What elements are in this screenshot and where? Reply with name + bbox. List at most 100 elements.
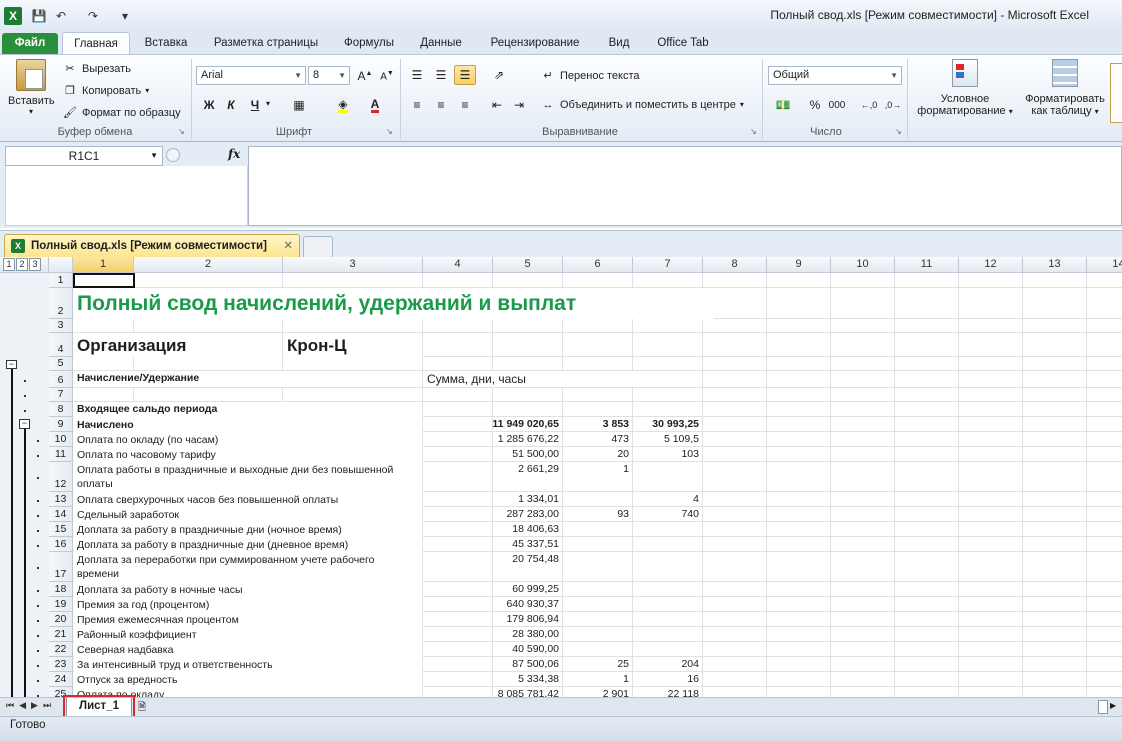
grid-cell[interactable] — [703, 447, 767, 462]
grid-cell[interactable] — [563, 388, 633, 402]
column-header[interactable]: 9 — [767, 257, 831, 273]
format-painter-button[interactable]: 🖌 Формат по образцу — [62, 103, 181, 123]
number-format-combo[interactable]: Общий ▼ — [768, 66, 902, 85]
grid-cell[interactable] — [959, 273, 1023, 288]
row-header[interactable]: 24 — [49, 672, 73, 687]
align-left-button[interactable]: ≡ — [406, 95, 428, 115]
grid-cell[interactable] — [703, 371, 767, 388]
grid-cell[interactable] — [423, 333, 493, 357]
wrap-text-button[interactable]: ↵ Перенос текста — [540, 66, 639, 86]
align-center-button[interactable]: ≡ — [430, 95, 452, 115]
tab-insert[interactable]: Вставка — [136, 32, 196, 54]
grid-cell[interactable] — [1087, 522, 1122, 537]
grid-cell[interactable] — [895, 432, 959, 447]
percent-button[interactable]: % — [804, 95, 826, 115]
grid-cell[interactable] — [959, 357, 1023, 371]
tab-office-tab[interactable]: Office Tab — [646, 32, 720, 54]
grid-cell[interactable] — [895, 319, 959, 333]
grid-cell[interactable] — [493, 402, 563, 417]
grid-cell[interactable] — [1087, 462, 1122, 492]
grid-cell[interactable] — [767, 672, 831, 687]
cut-button[interactable]: ✂ Вырезать — [62, 59, 131, 79]
grid-cell[interactable] — [959, 612, 1023, 627]
paste-dropdown-icon[interactable]: ▾ — [8, 107, 54, 116]
grid-cell[interactable] — [895, 687, 959, 697]
grid-cell[interactable] — [831, 627, 895, 642]
grid-cell[interactable] — [703, 597, 767, 612]
grid-cell[interactable] — [1023, 582, 1087, 597]
grid-cell[interactable] — [767, 319, 831, 333]
grid-cell[interactable] — [1087, 288, 1122, 319]
grid-cell[interactable] — [895, 288, 959, 319]
new-tab-button[interactable] — [303, 236, 333, 257]
grid-cell[interactable] — [703, 333, 767, 357]
grid-cell[interactable] — [959, 432, 1023, 447]
grid-cell[interactable] — [703, 537, 767, 552]
grid-cell[interactable] — [959, 371, 1023, 388]
grid-cell[interactable] — [831, 687, 895, 697]
grid-cell[interactable] — [895, 582, 959, 597]
grid-cell[interactable] — [767, 492, 831, 507]
row-header[interactable]: 8 — [49, 402, 73, 417]
grid-cell[interactable] — [1087, 371, 1122, 388]
row-header[interactable]: 12 — [49, 462, 73, 492]
grid-cell[interactable] — [767, 522, 831, 537]
grid-cell[interactable] — [767, 582, 831, 597]
grid-cell[interactable] — [703, 462, 767, 492]
grid-cell[interactable] — [1087, 597, 1122, 612]
grid-cell[interactable] — [831, 642, 895, 657]
decrease-font-size-button[interactable]: A▼ — [376, 66, 398, 86]
column-header[interactable]: 10 — [831, 257, 895, 273]
font-name-dropdown-icon[interactable]: ▼ — [294, 67, 302, 84]
row-header[interactable]: 7 — [49, 388, 73, 402]
sheet-nav-icons[interactable]: ⏮◀▶⏭ — [6, 700, 56, 711]
grid-cell[interactable] — [703, 522, 767, 537]
grid-cell[interactable] — [1087, 319, 1122, 333]
grid-cell[interactable] — [1087, 417, 1122, 432]
grid-cell[interactable] — [703, 687, 767, 697]
grid-cell[interactable] — [767, 417, 831, 432]
align-top-button[interactable]: ☰ — [406, 65, 428, 85]
row-header[interactable]: 5 — [49, 357, 73, 371]
grid-cell[interactable] — [831, 388, 895, 402]
grid-cell[interactable] — [493, 333, 563, 357]
grid-cell[interactable] — [1087, 687, 1122, 697]
merge-center-button[interactable]: ↔ Объединить и поместить в центре ▾ — [540, 95, 744, 115]
grid-cell[interactable] — [1087, 492, 1122, 507]
formula-input[interactable] — [248, 146, 1122, 226]
grid-cell[interactable] — [831, 657, 895, 672]
grid-cell[interactable] — [767, 402, 831, 417]
grid-cell[interactable] — [895, 657, 959, 672]
grid-cell[interactable] — [1023, 492, 1087, 507]
grid-cell[interactable] — [959, 687, 1023, 697]
underline-dropdown-icon[interactable]: ▾ — [266, 99, 270, 108]
grid-cell[interactable] — [831, 522, 895, 537]
bold-button[interactable]: Ж — [198, 95, 220, 115]
insert-sheet-icon[interactable]: 🗎 — [138, 700, 154, 714]
row-header[interactable]: 6 — [49, 371, 73, 388]
row-header[interactable]: 1 — [49, 273, 73, 288]
grid-cell[interactable] — [1023, 288, 1087, 319]
grid-cell[interactable] — [895, 522, 959, 537]
grid-cell[interactable] — [895, 357, 959, 371]
row-header[interactable]: 13 — [49, 492, 73, 507]
grid-cell[interactable] — [1023, 462, 1087, 492]
font-size-combo[interactable]: 8 ▼ — [308, 66, 350, 85]
grid-cell[interactable] — [1087, 447, 1122, 462]
row-header[interactable]: 2 — [49, 288, 73, 319]
column-header[interactable]: 4 — [423, 257, 493, 273]
grid-cell[interactable] — [703, 492, 767, 507]
grid-cell[interactable] — [831, 402, 895, 417]
grid-cell[interactable] — [73, 388, 134, 402]
grid-cell[interactable] — [1023, 612, 1087, 627]
row-header[interactable]: 11 — [49, 447, 73, 462]
grid-cell[interactable] — [831, 319, 895, 333]
row-header[interactable]: 14 — [49, 507, 73, 522]
grid-cell[interactable] — [1087, 388, 1122, 402]
grid-cell[interactable] — [959, 333, 1023, 357]
document-tab[interactable]: X Полный свод.xls [Режим совместимости] … — [4, 234, 300, 257]
grid-cell[interactable] — [703, 612, 767, 627]
grid-cell[interactable] — [831, 447, 895, 462]
grid-cell[interactable] — [831, 672, 895, 687]
tab-view[interactable]: Вид — [598, 32, 640, 54]
